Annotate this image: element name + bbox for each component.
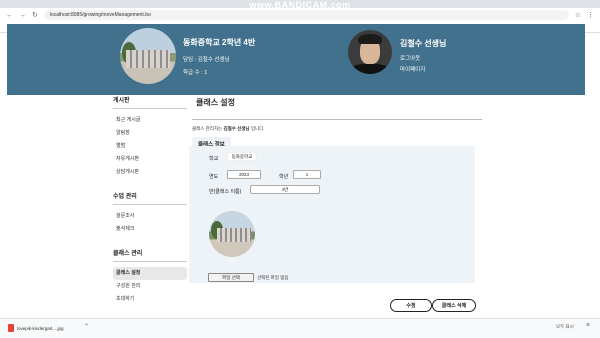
sidebar: 게시판 최근 게시글 알림장 앨범 자유게시판 상담게시판 수업 관리 설문조사… xyxy=(113,95,187,306)
sidebar-item-album[interactable]: 앨범 xyxy=(113,140,187,153)
school-field[interactable]: 동화중학교 xyxy=(227,152,257,161)
page-title: 클래스 설정 xyxy=(196,98,236,107)
year-label: 연도 xyxy=(209,174,219,180)
admin-name: 김철수 선생님 xyxy=(223,126,250,131)
sidebar-item-notices[interactable]: 알림장 xyxy=(113,127,187,140)
sidebar-item-survey[interactable]: 설문조사 xyxy=(113,210,187,223)
window-controls: ☆ ⋮ xyxy=(575,11,594,19)
teacher-name: 김철수 선생님 xyxy=(400,39,447,48)
sidebar-section-title: 게시판 xyxy=(113,95,187,109)
browser-toolbar: ← → ↻ localhost:8085/growing/moveManagem… xyxy=(0,8,600,22)
download-item[interactable]: lovepik-kindergart....jpg xyxy=(8,324,64,332)
url-text: localhost:8085/growing/moveManagement.bo xyxy=(49,12,151,18)
sidebar-section-title: 수업 관리 xyxy=(113,191,187,205)
admin-note: 클래스 관리자는 김철수 선생님 입니다. xyxy=(192,126,478,132)
download-filename: lovepik-kindergart....jpg xyxy=(17,325,64,331)
forward-icon[interactable]: → xyxy=(19,12,26,19)
class-photo xyxy=(120,28,176,84)
logout-link[interactable]: 로그아웃 xyxy=(400,54,446,62)
sidebar-section-board: 게시판 최근 게시글 알림장 앨범 자유게시판 상담게시판 xyxy=(113,95,187,179)
chevron-up-icon[interactable]: ⌃ xyxy=(84,323,89,330)
main-content: 클래스 설정 클래스 관리자는 김철수 선생님 입니다. 클래스 정보 학교 동… xyxy=(189,95,482,312)
sidebar-section-title: 클래스 관리 xyxy=(113,248,187,262)
class-info-form: 학교 동화중학교 연도 2023 학년 1 반(클래스 이름) 4반 파일 선택… xyxy=(189,146,475,283)
sidebar-item-counseling[interactable]: 상담게시판 xyxy=(113,166,187,179)
class-name-input[interactable]: 4반 xyxy=(250,185,320,194)
edit-button[interactable]: 수정 xyxy=(390,299,432,312)
sidebar-item-recent-posts[interactable]: 최근 게시글 xyxy=(113,114,187,127)
title-divider xyxy=(192,119,482,120)
close-icon[interactable]: × xyxy=(586,322,590,329)
sidebar-section-manage: 클래스 관리 클래스 설정 구성원 관리 초대하기 xyxy=(113,248,187,306)
show-all-link[interactable]: 모두 표시 xyxy=(556,324,574,330)
school-label: 학교 xyxy=(209,156,219,162)
teacher-info: 김철수 선생님 로그아웃 마이페이지 xyxy=(400,38,446,76)
mypage-link[interactable]: 마이페이지 xyxy=(400,65,446,73)
admin-note-prefix: 클래스 관리자는 xyxy=(192,126,224,131)
class-info: 동화중학교 2학년 4반 담임 : 김철수 선생님 학급 수 : 1 xyxy=(183,37,255,81)
grade-input[interactable]: 1 xyxy=(293,170,321,179)
sidebar-item-members[interactable]: 구성원 관리 xyxy=(113,280,187,293)
menu-icon[interactable]: ⋮ xyxy=(587,11,594,19)
teacher-avatar xyxy=(348,30,392,74)
homeroom-teacher: 담임 : 김철수 선생님 xyxy=(183,57,230,63)
file-status: 선택된 파일 없음 xyxy=(257,275,289,280)
delete-class-button[interactable]: 클래스 삭제 xyxy=(432,299,476,312)
grade-label: 학년 xyxy=(279,174,289,180)
file-icon xyxy=(8,324,14,332)
year-input[interactable]: 2023 xyxy=(227,170,261,179)
back-icon[interactable]: ← xyxy=(6,12,13,19)
download-bar: lovepik-kindergart....jpg ⌃ 모두 표시 × xyxy=(0,318,600,338)
class-image-preview xyxy=(209,211,255,257)
sidebar-item-free-board[interactable]: 자유게시판 xyxy=(113,153,187,166)
star-icon[interactable]: ☆ xyxy=(575,11,581,19)
recording-watermark: www.BANDICAM.com xyxy=(249,0,351,10)
class-title: 동화중학교 2학년 4반 xyxy=(183,38,256,47)
browser-tab-strip: www.BANDICAM.com xyxy=(0,0,600,10)
reload-icon[interactable]: ↻ xyxy=(32,11,38,19)
class-name-label: 반(클래스 이름) xyxy=(209,189,242,195)
sidebar-item-invite[interactable]: 초대하기 xyxy=(113,293,187,306)
class-header-banner: 동화중학교 2학년 4반 담임 : 김철수 선생님 학급 수 : 1 김철수 선… xyxy=(7,24,585,95)
sidebar-item-attendance[interactable]: 출석체크 xyxy=(113,223,187,236)
sidebar-section-class: 수업 관리 설문조사 출석체크 xyxy=(113,191,187,236)
sidebar-item-class-settings[interactable]: 클래스 설정 xyxy=(113,267,187,280)
student-count: 학급 수 : 1 xyxy=(183,70,208,76)
address-bar[interactable]: localhost:8085/growing/moveManagement.bo xyxy=(43,10,569,20)
admin-note-suffix: 입니다. xyxy=(249,126,265,131)
file-select-button[interactable]: 파일 선택 xyxy=(208,273,254,282)
